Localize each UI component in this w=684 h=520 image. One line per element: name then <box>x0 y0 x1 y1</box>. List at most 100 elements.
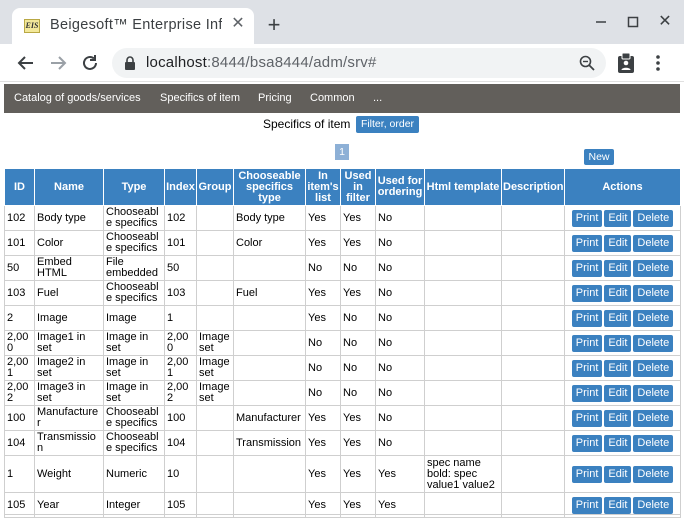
column-header-group[interactable]: Group <box>196 168 234 206</box>
cell-description <box>501 205 565 231</box>
edit-button[interactable]: Edit <box>604 234 632 252</box>
cell-id: 103 <box>4 280 35 306</box>
edit-button[interactable]: Edit <box>604 496 632 514</box>
browser-tab[interactable]: EIS Beigesoft™ Enterprise Information Sy… <box>12 8 254 44</box>
cell-in-list: Yes <box>305 430 341 456</box>
cell-description <box>501 305 565 331</box>
delete-button[interactable]: Delete <box>633 496 674 514</box>
cell-name: Image3 in set <box>34 380 104 406</box>
print-button[interactable]: Print <box>571 384 603 402</box>
pagination-page-1[interactable]: 1 <box>335 144 349 160</box>
cell-group <box>196 405 234 431</box>
edit-button[interactable]: Edit <box>604 465 632 483</box>
print-button[interactable]: Print <box>571 284 603 302</box>
reload-icon[interactable] <box>78 51 102 75</box>
edit-button[interactable]: Edit <box>604 434 632 452</box>
new-button[interactable]: New <box>584 149 614 165</box>
print-button[interactable]: Print <box>571 234 603 252</box>
new-tab-plus-icon[interactable]: + <box>262 14 286 38</box>
browser-tab-bar: EIS Beigesoft™ Enterprise Information Sy… <box>0 0 684 44</box>
cell-used-in-filter: Yes <box>340 405 376 431</box>
column-header-name[interactable]: Name <box>34 168 104 206</box>
nav-item-more[interactable]: ... <box>373 92 382 104</box>
print-button[interactable]: Print <box>571 334 603 352</box>
window-maximize-icon[interactable] <box>621 10 645 34</box>
delete-button[interactable]: Delete <box>633 334 674 352</box>
edit-button[interactable]: Edit <box>604 334 632 352</box>
print-button[interactable]: Print <box>571 409 603 427</box>
cell-index: 103 <box>164 280 197 306</box>
cell-actions: Print Edit Delete <box>564 455 681 493</box>
cell-group <box>196 280 234 306</box>
address-bar[interactable]: localhost:8444/bsa8444/adm/srv# <box>112 48 606 78</box>
print-button[interactable]: Print <box>571 259 603 277</box>
delete-button[interactable]: Delete <box>633 384 674 402</box>
print-button[interactable]: Print <box>571 434 603 452</box>
cell-description <box>501 355 565 381</box>
app-nav-bar: Catalog of goods/services Specifics of i… <box>4 84 680 113</box>
cell-type: Image <box>103 305 165 331</box>
nav-item-common[interactable]: Common <box>310 92 355 104</box>
column-header-index[interactable]: Index <box>164 168 197 206</box>
nav-item-specifics[interactable]: Specifics of item <box>160 92 240 104</box>
delete-button[interactable]: Delete <box>633 234 674 252</box>
edit-button[interactable]: Edit <box>604 359 632 377</box>
delete-button[interactable]: Delete <box>633 465 674 483</box>
extension-icon[interactable] <box>616 52 636 74</box>
column-header-html-template[interactable]: Html template <box>424 168 502 206</box>
table-row: 50 Embed HTML File embedded 50 No No No Print Ed… <box>4 255 681 281</box>
zoom-icon[interactable] <box>578 54 596 72</box>
print-button[interactable]: Print <box>571 465 603 483</box>
delete-button[interactable]: Delete <box>633 284 674 302</box>
edit-button[interactable]: Edit <box>604 409 632 427</box>
edit-button[interactable]: Edit <box>604 384 632 402</box>
cell-index: 1 <box>164 305 197 331</box>
delete-button[interactable]: Delete <box>633 209 674 227</box>
cell-used-for-ordering: No <box>375 305 425 331</box>
column-header-used-in-filter[interactable]: Used in filter <box>340 168 376 206</box>
tab-close-icon[interactable]: ✕ <box>228 14 248 34</box>
column-header-used-for-ordering[interactable]: Used for ordering <box>375 168 425 206</box>
back-arrow-icon[interactable] <box>14 51 38 75</box>
cell-name: Color <box>34 230 104 256</box>
column-header-type[interactable]: Type <box>103 168 165 206</box>
table-row: 101 Color Chooseable specifics 101 Color Yes Y… <box>4 230 681 256</box>
edit-button[interactable]: Edit <box>604 209 632 227</box>
favicon-icon: EIS <box>24 19 40 33</box>
column-header-chooseable-type[interactable]: Chooseable specifics type <box>233 168 306 206</box>
cell-chooseable-type <box>233 455 306 493</box>
column-header-description[interactable]: Description <box>501 168 565 206</box>
cell-used-for-ordering: No <box>375 405 425 431</box>
table-row: 2,000 Image1 in set Image in set 2,000 Image… <box>4 330 681 356</box>
column-header-id[interactable]: ID <box>4 168 35 206</box>
filter-order-button[interactable]: Filter, order <box>356 116 419 133</box>
cell-type: Image in set <box>103 380 165 406</box>
edit-button[interactable]: Edit <box>604 309 632 327</box>
print-button[interactable]: Print <box>571 309 603 327</box>
cell-description <box>501 230 565 256</box>
window-minimize-icon[interactable] <box>589 10 613 34</box>
print-button[interactable]: Print <box>571 209 603 227</box>
print-button[interactable]: Print <box>571 359 603 377</box>
print-button[interactable]: Print <box>571 496 603 514</box>
cell-id: 50 <box>4 255 35 281</box>
nav-item-pricing[interactable]: Pricing <box>258 92 292 104</box>
forward-arrow-icon[interactable] <box>46 51 70 75</box>
delete-button[interactable]: Delete <box>633 434 674 452</box>
cell-used-in-filter: No <box>340 255 376 281</box>
nav-item-catalog[interactable]: Catalog of goods/services <box>14 92 141 104</box>
edit-button[interactable]: Edit <box>604 284 632 302</box>
cell-used-for-ordering: No <box>375 230 425 256</box>
delete-button[interactable]: Delete <box>633 259 674 277</box>
url-text: localhost:8444/bsa8444/adm/srv# <box>146 54 377 71</box>
window-close-icon[interactable]: ✕ <box>653 10 677 34</box>
column-header-in-list[interactable]: In item's list <box>305 168 341 206</box>
delete-button[interactable]: Delete <box>633 409 674 427</box>
url-path: :8444/bsa8444/adm/srv# <box>207 54 377 71</box>
delete-button[interactable]: Delete <box>633 359 674 377</box>
delete-button[interactable]: Delete <box>633 309 674 327</box>
cell-type: Image in set <box>103 330 165 356</box>
cell-actions: Print Edit Delete <box>564 380 681 406</box>
edit-button[interactable]: Edit <box>604 259 632 277</box>
menu-dots-icon[interactable] <box>650 52 666 74</box>
